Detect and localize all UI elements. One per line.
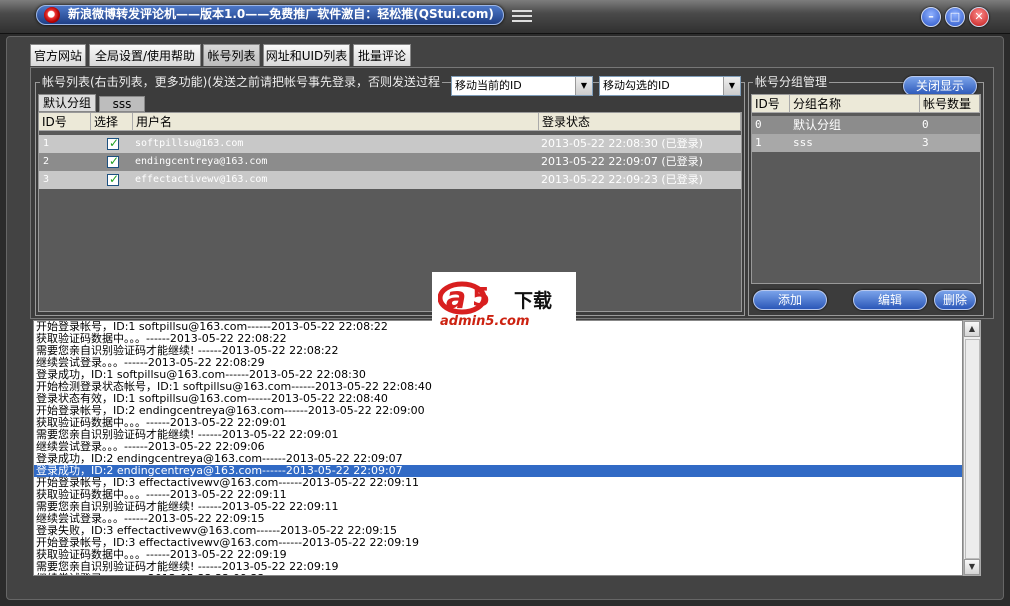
a5-logo-icon: a 5 — [438, 281, 490, 316]
group-mgmt-label: 帐号分组管理 — [753, 75, 830, 89]
row-checkbox[interactable] — [107, 154, 119, 168]
column-header-group-name[interactable]: 分组名称 — [790, 95, 920, 113]
scroll-up-arrow-icon[interactable]: ▲ — [964, 321, 980, 337]
column-header-select[interactable]: 选择 — [91, 113, 133, 131]
group-table[interactable]: ID号 分组名称 帐号数量 0 默认分组 0 1 sss 3 — [751, 94, 981, 284]
tab-settings-help[interactable]: 全局设置/使用帮助 — [89, 44, 201, 66]
window-title: 新浪微博转发评论机——版本1.0——免费推广软件激自：轻松推(QStui.com… — [68, 7, 494, 21]
watermark: a 5 下载 admin5.com — [432, 272, 576, 330]
column-header-username[interactable]: 用户名 — [133, 113, 539, 131]
column-header-login-status[interactable]: 登录状态 — [539, 113, 741, 131]
group-id: 1 — [755, 136, 762, 149]
edit-group-button[interactable]: 编辑 — [853, 290, 927, 310]
dropdown-arrow-icon[interactable]: ▼ — [575, 77, 592, 95]
dropdown-arrow-icon[interactable]: ▼ — [723, 77, 740, 95]
tab-account-list[interactable]: 帐号列表 — [203, 44, 260, 66]
row-status: 2013-05-22 22:09:07 (已登录) — [541, 155, 703, 168]
table-row[interactable]: 3 effectactivewv@163.com 2013-05-22 22:0… — [39, 171, 741, 189]
column-header-id[interactable]: ID号 — [39, 113, 91, 131]
scrollbar-thumb[interactable] — [965, 339, 980, 559]
row-checkbox[interactable] — [107, 136, 119, 150]
minimize-button[interactable]: – — [921, 7, 941, 27]
row-id: 2 — [43, 156, 50, 167]
tab-url-uid-list[interactable]: 网址和UID列表 — [263, 44, 350, 66]
log-textarea[interactable]: 开始登录帐号，ID:1 softpillsu@163.com------2013… — [33, 320, 963, 576]
svg-text:5: 5 — [472, 283, 490, 313]
row-username: softpillsu@163.com — [135, 138, 244, 149]
tab-batch-comment[interactable]: 批量评论 — [353, 44, 411, 66]
log-scrollbar[interactable]: ▲ ▼ — [963, 320, 981, 576]
table-row[interactable]: 2 endingcentreya@163.com 2013-05-22 22:0… — [39, 153, 741, 171]
move-current-select[interactable]: 移动当前的ID ▼ — [451, 76, 593, 96]
table-row[interactable]: 1 softpillsu@163.com 2013-05-22 22:08:30… — [39, 135, 741, 153]
table-row[interactable]: 0 默认分组 0 — [752, 116, 980, 134]
row-checkbox[interactable] — [107, 172, 119, 186]
close-button[interactable]: ✕ — [969, 7, 989, 27]
subtab-default-group[interactable]: 默认分组 — [38, 94, 96, 112]
maximize-button[interactable]: □ — [945, 7, 965, 27]
row-username: endingcentreya@163.com — [135, 156, 268, 167]
subtab-sss[interactable]: sss — [99, 96, 145, 112]
row-status: 2013-05-22 22:08:30 (已登录) — [541, 137, 703, 150]
account-list-label: 帐号列表(右击列表，更多功能)(发送之前请把帐号事先登录，否则发送过程 — [40, 75, 443, 89]
group-name: sss — [793, 136, 813, 149]
row-status: 2013-05-22 22:09:23 (已登录) — [541, 173, 703, 186]
table-row[interactable]: 1 sss 3 — [752, 134, 980, 152]
svg-text:a: a — [446, 281, 466, 316]
app-logo-icon — [44, 7, 60, 23]
row-id: 1 — [43, 138, 50, 149]
row-username: effectactivewv@163.com — [135, 174, 268, 185]
delete-group-button[interactable]: 删除 — [934, 290, 976, 310]
add-group-button[interactable]: 添加 — [753, 290, 827, 310]
log-lines: 开始登录帐号，ID:1 softpillsu@163.com------2013… — [34, 321, 962, 576]
log-line[interactable]: 继续尝试登录。。。------2013-05-22 22:09:22 — [34, 573, 962, 576]
account-table[interactable]: ID号 选择 用户名 登录状态 1 softpillsu@163.com 201… — [38, 112, 742, 312]
group-name: 默认分组 — [793, 118, 842, 132]
column-header-id[interactable]: ID号 — [752, 95, 790, 113]
column-header-account-count[interactable]: 帐号数量 — [920, 95, 980, 113]
menu-icon[interactable] — [512, 10, 532, 24]
scroll-down-arrow-icon[interactable]: ▼ — [964, 559, 980, 575]
group-count: 0 — [922, 118, 929, 131]
watermark-url: admin5.com — [440, 314, 530, 329]
watermark-brand: 下载 — [514, 290, 553, 312]
group-id: 0 — [755, 118, 762, 131]
move-checked-select[interactable]: 移动勾选的ID ▼ — [599, 76, 741, 96]
tab-official-site[interactable]: 官方网站 — [30, 44, 86, 66]
close-display-button[interactable]: 关闭显示 — [903, 76, 977, 96]
row-id: 3 — [43, 174, 50, 185]
group-count: 3 — [922, 136, 929, 149]
